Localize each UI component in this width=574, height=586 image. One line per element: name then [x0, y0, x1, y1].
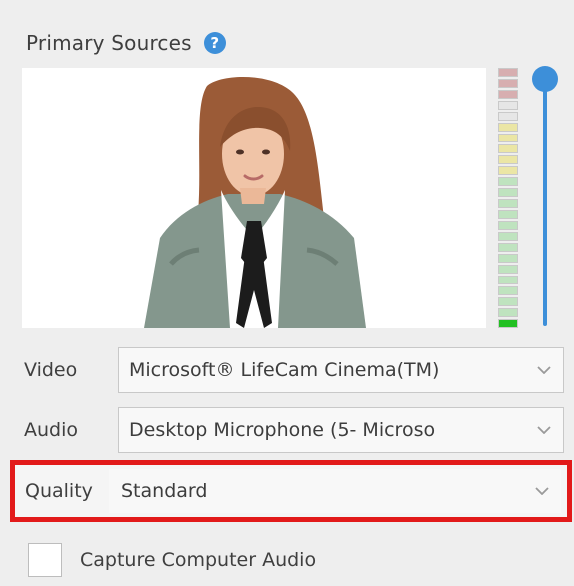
audio-row: Audio Desktop Microphone (5- Microso [24, 406, 564, 454]
audio-meter-segment [498, 133, 518, 143]
volume-slider-thumb[interactable] [532, 66, 558, 92]
chevron-down-icon [533, 482, 551, 500]
primary-sources-panel: Primary Sources ? Video Microsoft® LifeC… [0, 0, 574, 586]
audio-meter-segment [498, 89, 518, 99]
audio-meter-segment [498, 231, 518, 241]
audio-meter-segment [498, 209, 518, 219]
audio-label: Audio [24, 419, 79, 441]
quality-selected-value: Standard [121, 480, 208, 502]
quality-label: Quality [25, 480, 93, 502]
audio-meter-segment [498, 111, 518, 121]
audio-meter-segment [498, 286, 518, 296]
quality-row: Quality Standard [10, 460, 572, 522]
audio-meter-segment [498, 308, 518, 318]
audio-meter-segment [498, 253, 518, 263]
volume-slider-track[interactable] [543, 80, 547, 326]
audio-meter-segment [498, 144, 518, 154]
panel-title: Primary Sources [26, 31, 192, 55]
audio-level-meter [498, 68, 518, 329]
chevron-down-icon [535, 361, 553, 379]
audio-meter-segment [498, 122, 518, 132]
audio-meter-segment [498, 220, 518, 230]
quality-dropdown[interactable]: Standard [109, 469, 561, 513]
audio-meter-segment [498, 275, 518, 285]
video-dropdown[interactable]: Microsoft® LifeCam Cinema(TM) [118, 347, 564, 393]
video-row: Video Microsoft® LifeCam Cinema(TM) [24, 346, 564, 394]
video-label: Video [24, 359, 78, 381]
audio-meter-segment [498, 264, 518, 274]
audio-meter-segment [498, 199, 518, 208]
audio-selected-value: Desktop Microphone (5- Microso [129, 419, 436, 441]
audio-dropdown[interactable]: Desktop Microphone (5- Microso [118, 407, 564, 453]
audio-meter-segment [498, 188, 518, 198]
audio-meter-segment [498, 100, 518, 110]
audio-meter-segment [498, 68, 518, 77]
capture-computer-audio-checkbox[interactable] [28, 543, 62, 577]
capture-computer-audio-label: Capture Computer Audio [80, 549, 317, 571]
audio-meter-segment [498, 242, 518, 252]
audio-meter-segment [498, 155, 518, 165]
audio-meter-segment [498, 319, 518, 329]
audio-meter-segment [498, 177, 518, 187]
video-selected-value: Microsoft® LifeCam Cinema(TM) [129, 359, 440, 381]
video-preview [22, 68, 486, 328]
panel-header: Primary Sources ? [26, 26, 226, 60]
chevron-down-icon [535, 421, 553, 439]
webcam-preview-image [22, 68, 486, 328]
capture-computer-audio-row: Capture Computer Audio [28, 540, 316, 580]
help-icon[interactable]: ? [203, 32, 226, 54]
audio-meter-segment [498, 78, 518, 88]
audio-meter-segment [498, 297, 518, 307]
audio-meter-segment [498, 166, 518, 176]
